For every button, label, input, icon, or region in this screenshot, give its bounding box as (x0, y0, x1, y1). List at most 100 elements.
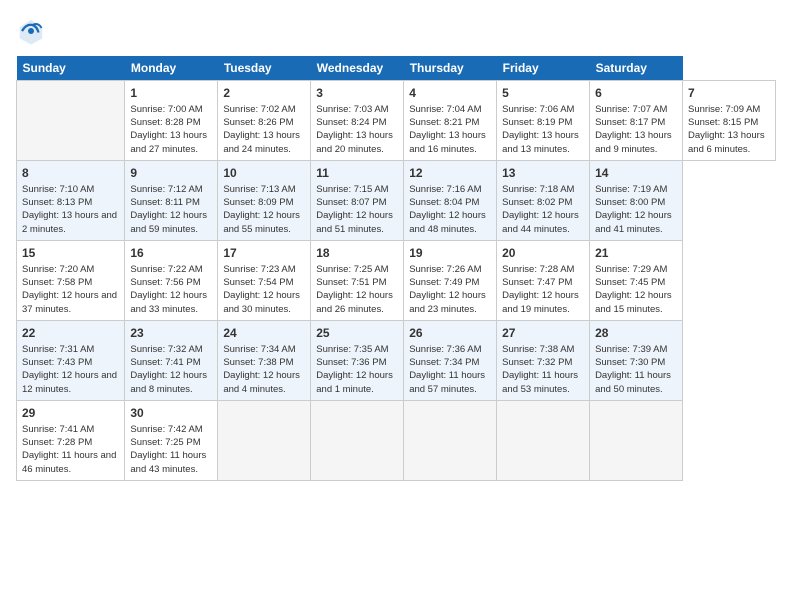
daylight: Daylight: 11 hours and 46 minutes. (22, 450, 116, 474)
day-number: 20 (502, 245, 584, 262)
day-of-week-header: Thursday (404, 56, 497, 81)
calendar-cell: 20 Sunrise: 7:28 AM Sunset: 7:47 PM Dayl… (497, 240, 590, 320)
calendar-cell: 25 Sunrise: 7:35 AM Sunset: 7:36 PM Dayl… (311, 320, 404, 400)
sunset: Sunset: 7:34 PM (409, 357, 479, 368)
sunrise: Sunrise: 7:13 AM (223, 184, 295, 195)
day-number: 18 (316, 245, 398, 262)
day-number: 11 (316, 165, 398, 182)
sunrise: Sunrise: 7:09 AM (688, 104, 760, 115)
sunset: Sunset: 8:19 PM (502, 117, 572, 128)
sunset: Sunset: 7:43 PM (22, 357, 92, 368)
daylight: Daylight: 11 hours and 50 minutes. (595, 370, 671, 394)
day-number: 12 (409, 165, 491, 182)
header (16, 16, 776, 46)
calendar-header-row: SundayMondayTuesdayWednesdayThursdayFrid… (17, 56, 776, 81)
daylight: Daylight: 12 hours and 55 minutes. (223, 210, 300, 234)
sunrise: Sunrise: 7:18 AM (502, 184, 574, 195)
sunset: Sunset: 7:30 PM (595, 357, 665, 368)
daylight: Daylight: 11 hours and 43 minutes. (130, 450, 206, 474)
calendar-week-row: 29 Sunrise: 7:41 AM Sunset: 7:28 PM Dayl… (17, 400, 776, 480)
calendar-cell: 6 Sunrise: 7:07 AM Sunset: 8:17 PM Dayli… (590, 81, 683, 161)
calendar-cell: 2 Sunrise: 7:02 AM Sunset: 8:26 PM Dayli… (218, 81, 311, 161)
calendar-cell: 14 Sunrise: 7:19 AM Sunset: 8:00 PM Dayl… (590, 160, 683, 240)
day-number: 15 (22, 245, 119, 262)
daylight: Daylight: 12 hours and 8 minutes. (130, 370, 207, 394)
daylight: Daylight: 11 hours and 57 minutes. (409, 370, 485, 394)
day-number: 24 (223, 325, 305, 342)
daylight: Daylight: 13 hours and 2 minutes. (22, 210, 117, 234)
calendar-page: SundayMondayTuesdayWednesdayThursdayFrid… (0, 0, 792, 612)
sunrise: Sunrise: 7:38 AM (502, 344, 574, 355)
sunset: Sunset: 8:26 PM (223, 117, 293, 128)
daylight: Daylight: 12 hours and 26 minutes. (316, 290, 393, 314)
sunset: Sunset: 8:09 PM (223, 197, 293, 208)
day-number: 16 (130, 245, 212, 262)
sunset: Sunset: 8:21 PM (409, 117, 479, 128)
sunset: Sunset: 8:02 PM (502, 197, 572, 208)
sunrise: Sunrise: 7:32 AM (130, 344, 202, 355)
daylight: Daylight: 12 hours and 48 minutes. (409, 210, 486, 234)
sunrise: Sunrise: 7:35 AM (316, 344, 388, 355)
calendar-cell: 19 Sunrise: 7:26 AM Sunset: 7:49 PM Dayl… (404, 240, 497, 320)
calendar-week-row: 1 Sunrise: 7:00 AM Sunset: 8:28 PM Dayli… (17, 81, 776, 161)
calendar-cell: 4 Sunrise: 7:04 AM Sunset: 8:21 PM Dayli… (404, 81, 497, 161)
day-number: 3 (316, 85, 398, 102)
sunset: Sunset: 7:25 PM (130, 437, 200, 448)
daylight: Daylight: 13 hours and 13 minutes. (502, 130, 579, 154)
daylight: Daylight: 13 hours and 6 minutes. (688, 130, 765, 154)
daylight: Daylight: 13 hours and 16 minutes. (409, 130, 486, 154)
sunrise: Sunrise: 7:31 AM (22, 344, 94, 355)
sunrise: Sunrise: 7:16 AM (409, 184, 481, 195)
sunset: Sunset: 8:00 PM (595, 197, 665, 208)
calendar-cell: 22 Sunrise: 7:31 AM Sunset: 7:43 PM Dayl… (17, 320, 125, 400)
logo-icon (16, 16, 46, 46)
sunset: Sunset: 8:17 PM (595, 117, 665, 128)
sunset: Sunset: 7:54 PM (223, 277, 293, 288)
daylight: Daylight: 13 hours and 9 minutes. (595, 130, 672, 154)
calendar-cell (311, 400, 404, 480)
day-number: 10 (223, 165, 305, 182)
sunset: Sunset: 7:32 PM (502, 357, 572, 368)
calendar-cell: 9 Sunrise: 7:12 AM Sunset: 8:11 PM Dayli… (125, 160, 218, 240)
calendar-cell: 8 Sunrise: 7:10 AM Sunset: 8:13 PM Dayli… (17, 160, 125, 240)
day-number: 28 (595, 325, 677, 342)
day-number: 4 (409, 85, 491, 102)
calendar-cell: 21 Sunrise: 7:29 AM Sunset: 7:45 PM Dayl… (590, 240, 683, 320)
sunrise: Sunrise: 7:00 AM (130, 104, 202, 115)
daylight: Daylight: 12 hours and 15 minutes. (595, 290, 672, 314)
day-number: 6 (595, 85, 677, 102)
sunrise: Sunrise: 7:12 AM (130, 184, 202, 195)
day-number: 17 (223, 245, 305, 262)
daylight: Daylight: 12 hours and 37 minutes. (22, 290, 117, 314)
day-number: 8 (22, 165, 119, 182)
sunset: Sunset: 8:07 PM (316, 197, 386, 208)
sunset: Sunset: 7:45 PM (595, 277, 665, 288)
calendar-cell: 23 Sunrise: 7:32 AM Sunset: 7:41 PM Dayl… (125, 320, 218, 400)
daylight: Daylight: 12 hours and 12 minutes. (22, 370, 117, 394)
daylight: Daylight: 12 hours and 1 minute. (316, 370, 393, 394)
day-number: 7 (688, 85, 770, 102)
daylight: Daylight: 13 hours and 20 minutes. (316, 130, 393, 154)
day-number: 9 (130, 165, 212, 182)
calendar-cell: 5 Sunrise: 7:06 AM Sunset: 8:19 PM Dayli… (497, 81, 590, 161)
sunset: Sunset: 7:51 PM (316, 277, 386, 288)
sunset: Sunset: 8:15 PM (688, 117, 758, 128)
calendar-week-row: 15 Sunrise: 7:20 AM Sunset: 7:58 PM Dayl… (17, 240, 776, 320)
sunset: Sunset: 7:28 PM (22, 437, 92, 448)
daylight: Daylight: 12 hours and 19 minutes. (502, 290, 579, 314)
day-number: 25 (316, 325, 398, 342)
daylight: Daylight: 12 hours and 44 minutes. (502, 210, 579, 234)
sunrise: Sunrise: 7:20 AM (22, 264, 94, 275)
sunset: Sunset: 7:56 PM (130, 277, 200, 288)
calendar-cell (497, 400, 590, 480)
sunset: Sunset: 7:41 PM (130, 357, 200, 368)
sunrise: Sunrise: 7:10 AM (22, 184, 94, 195)
day-of-week-header: Saturday (590, 56, 683, 81)
calendar-cell: 24 Sunrise: 7:34 AM Sunset: 7:38 PM Dayl… (218, 320, 311, 400)
sunrise: Sunrise: 7:25 AM (316, 264, 388, 275)
day-number: 1 (130, 85, 212, 102)
calendar-cell: 7 Sunrise: 7:09 AM Sunset: 8:15 PM Dayli… (683, 81, 776, 161)
sunrise: Sunrise: 7:02 AM (223, 104, 295, 115)
sunset: Sunset: 7:49 PM (409, 277, 479, 288)
daylight: Daylight: 12 hours and 4 minutes. (223, 370, 300, 394)
